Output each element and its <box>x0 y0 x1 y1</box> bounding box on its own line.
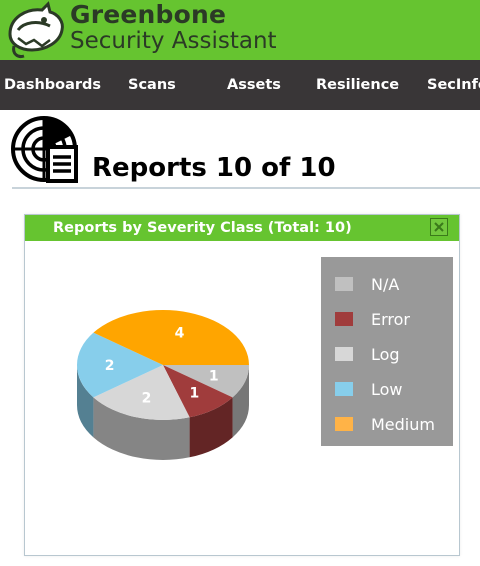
legend-item-low[interactable]: Low <box>321 374 453 404</box>
legend-item-na[interactable]: N/A <box>321 269 453 299</box>
legend-item-log[interactable]: Log <box>321 339 453 369</box>
page-title: Reports 10 of 10 <box>92 153 336 183</box>
legend-swatch <box>335 312 353 326</box>
legend-item-error[interactable]: Error <box>321 304 453 334</box>
legend-swatch <box>335 277 353 291</box>
pie-value-label: 1 <box>209 369 219 385</box>
legend-item-medium[interactable]: Medium <box>321 409 453 439</box>
legend-label: Low <box>371 380 403 399</box>
chart-legend: N/A Error Log Low Medium <box>321 257 453 446</box>
pie-value-label: 2 <box>105 358 115 374</box>
panel-title: Reports by Severity Class (Total: 10) <box>53 220 352 236</box>
reports-radar-icon <box>11 116 78 183</box>
pie-value-label: 4 <box>175 326 185 342</box>
pie-value-label: 2 <box>142 390 152 406</box>
legend-swatch <box>335 382 353 396</box>
panel-header[interactable]: Reports by Severity Class (Total: 10) <box>25 215 459 241</box>
legend-label: Error <box>371 310 410 329</box>
legend-label: N/A <box>371 275 400 294</box>
legend-swatch <box>335 417 353 431</box>
legend-label: Medium <box>371 415 435 434</box>
nav-item-resilience[interactable]: Resilience <box>316 60 399 110</box>
legend-swatch <box>335 347 353 361</box>
brand-subtitle: Security Assistant <box>70 28 277 54</box>
greenbone-logo-icon[interactable] <box>4 0 68 60</box>
nav-item-scans[interactable]: Scans <box>128 60 176 110</box>
legend-label: Log <box>371 345 400 364</box>
pie-value-label: 1 <box>189 386 199 402</box>
close-icon[interactable] <box>430 218 448 236</box>
nav-item-secinfo[interactable]: SecInfo <box>427 60 480 110</box>
nav-item-dashboards[interactable]: Dashboards <box>4 60 101 110</box>
severity-chart-panel: Reports by Severity Class (Total: 10) 11… <box>24 214 460 556</box>
main-nav: Dashboards Scans Assets Resilience SecIn… <box>0 60 480 110</box>
app-header: Greenbone Security Assistant <box>0 0 480 60</box>
nav-item-assets[interactable]: Assets <box>227 60 281 110</box>
brand-name: Greenbone <box>70 0 227 29</box>
severity-pie-chart: 11 2 2 4 <box>76 310 250 460</box>
title-divider <box>12 187 480 189</box>
